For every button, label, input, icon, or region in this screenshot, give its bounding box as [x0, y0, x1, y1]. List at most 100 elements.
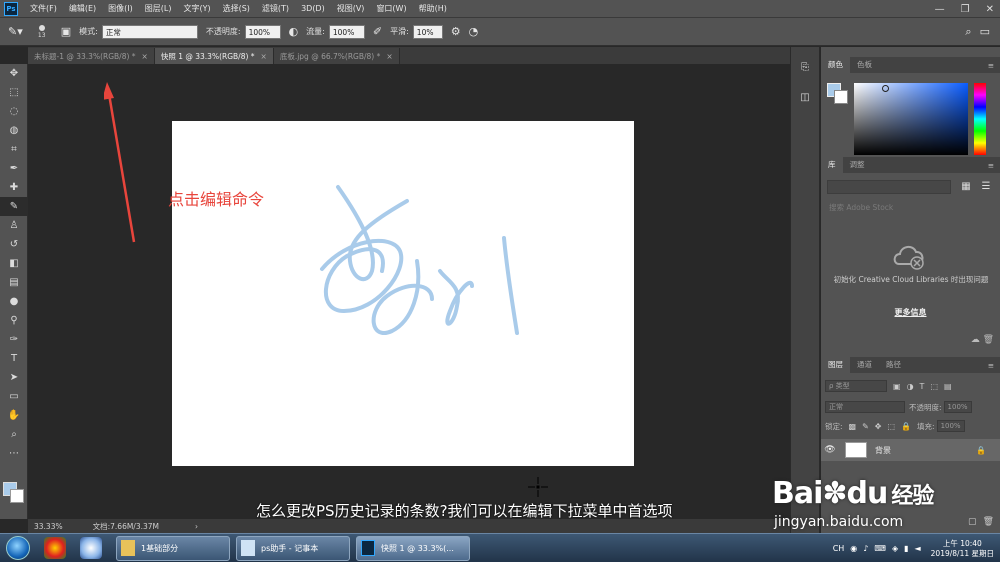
tab-untitled[interactable]: 未标题-1 @ 33.3%(RGB/8) * × [28, 48, 155, 64]
dodge-tool-icon[interactable]: ⚲ [0, 311, 28, 330]
filter-smart-icon[interactable]: ▤ [944, 382, 952, 391]
pressure-opacity-icon[interactable]: ◐ [289, 25, 299, 38]
menu-file[interactable]: 文件(F) [24, 0, 63, 18]
pen-tool-icon[interactable]: ✑ [0, 330, 28, 349]
panel-menu-icon[interactable]: ≡ [988, 361, 994, 370]
path-select-tool-icon[interactable]: ➤ [0, 368, 28, 387]
tab-color[interactable]: 颜色 [821, 57, 850, 73]
language-indicator[interactable]: CH [833, 544, 845, 553]
keyboard-icon[interactable]: ⌨ [874, 544, 886, 553]
filter-shape-icon[interactable]: ⬚ [930, 382, 938, 391]
menu-select[interactable]: 选择(S) [217, 0, 256, 18]
eraser-tool-icon[interactable]: ◧ [0, 254, 28, 273]
close-icon[interactable]: × [142, 52, 148, 61]
color-picker-marker[interactable] [882, 85, 889, 92]
filter-adjust-icon[interactable]: ◑ [907, 382, 914, 391]
taskbar-notepad[interactable]: ps助手 - 记事本 [236, 535, 350, 561]
rectangle-tool-icon[interactable]: ▭ [0, 387, 28, 406]
close-button[interactable]: ✕ [986, 4, 994, 15]
status-menu-arrow[interactable]: › [195, 522, 198, 531]
hue-slider[interactable] [974, 83, 986, 155]
tab-adjustments[interactable]: 调整 [843, 157, 872, 173]
blur-tool-icon[interactable]: ● [0, 292, 28, 311]
more-tools-icon[interactable]: ⋯ [0, 444, 28, 463]
ime-icon[interactable]: ◉ [850, 544, 857, 553]
taskbar-folder[interactable]: 1基础部分 [116, 535, 230, 561]
type-tool-icon[interactable]: T [0, 349, 28, 368]
properties-panel-icon[interactable]: ◫ [791, 87, 819, 107]
gradient-tool-icon[interactable]: ▤ [0, 273, 28, 292]
clock[interactable]: 上午 10:40 2019/8/11 星期日 [931, 539, 994, 559]
menu-window[interactable]: 窗口(W) [370, 0, 412, 18]
panel-background-swatch[interactable] [834, 90, 848, 104]
panel-color-swatches[interactable] [827, 83, 849, 105]
healing-tool-icon[interactable]: ✚ [0, 178, 28, 197]
fill-input[interactable]: 100% [936, 420, 965, 432]
tab-base-jpg[interactable]: 底板.jpg @ 66.7%(RGB/8) * × [273, 48, 400, 64]
color-swatches[interactable] [3, 482, 25, 504]
opacity-input[interactable]: 100% [244, 24, 281, 39]
marquee-tool-icon[interactable]: ⬚ [0, 83, 28, 102]
minimize-button[interactable]: — [935, 4, 945, 15]
tab-libraries[interactable]: 库 [821, 157, 843, 173]
menu-view[interactable]: 视图(V) [331, 0, 371, 18]
mode-select[interactable]: 正常 [101, 24, 198, 39]
lock-pixels-icon[interactable]: ▩ [849, 422, 857, 431]
menu-help[interactable]: 帮助(H) [413, 0, 453, 18]
tab-channels[interactable]: 通道 [850, 357, 879, 373]
lasso-tool-icon[interactable]: ◌ [0, 102, 28, 121]
lock-move-icon[interactable]: ✥ [875, 422, 882, 431]
security-icon[interactable]: ◈ [892, 544, 898, 553]
menu-edit[interactable]: 编辑(E) [63, 0, 102, 18]
tab-layers[interactable]: 图层 [821, 357, 850, 373]
layer-name[interactable]: 背景 [875, 445, 891, 456]
layer-lock-icon[interactable]: 🔒 [976, 446, 986, 455]
lock-all-icon[interactable]: 🔒 [901, 422, 911, 431]
color-picker-field[interactable] [854, 83, 968, 155]
cloud-sync-icon[interactable]: ☁ [971, 335, 980, 345]
menu-3d[interactable]: 3D(D) [295, 0, 331, 18]
lock-artboard-icon[interactable]: ⬚ [888, 422, 896, 431]
library-select[interactable] [827, 180, 951, 194]
tab-snapshot[interactable]: 快照 1 @ 33.3%(RGB/8) * × [154, 48, 274, 64]
filter-pixel-icon[interactable]: ▣ [893, 382, 901, 391]
stock-search-input[interactable]: 搜索 Adobe Stock [825, 201, 995, 215]
quick-select-tool-icon[interactable]: ◍ [0, 121, 28, 140]
filter-type-icon[interactable]: T [920, 382, 925, 391]
history-panel-icon[interactable]: ⎘ [791, 57, 819, 77]
more-info-link[interactable]: 更多信息 [821, 307, 1000, 318]
visibility-eye-icon[interactable]: 👁 [821, 445, 839, 455]
menu-layer[interactable]: 图层(L) [139, 0, 178, 18]
history-brush-tool-icon[interactable]: ↺ [0, 235, 28, 254]
pinned-app-icon[interactable] [44, 537, 66, 559]
brush-tool-icon[interactable]: ✎ [0, 197, 28, 216]
lock-paint-icon[interactable]: ✎ [862, 422, 869, 431]
airbrush-icon[interactable]: ✐ [373, 25, 382, 38]
list-view-icon[interactable]: ☰ [979, 180, 993, 194]
blend-mode-select[interactable]: 正常 [825, 401, 905, 413]
panel-menu-icon[interactable]: ≡ [988, 61, 994, 70]
tab-swatches[interactable]: 色板 [850, 57, 879, 73]
move-tool-icon[interactable]: ✥ [0, 64, 28, 83]
microphone-icon[interactable]: ♪ [863, 544, 868, 553]
volume-icon[interactable]: ◄ [915, 544, 921, 553]
hand-tool-icon[interactable]: ✋ [0, 406, 28, 425]
brush-preset-picker[interactable]: 13 [31, 21, 53, 43]
eyedropper-tool-icon[interactable]: ✒ [0, 159, 28, 178]
close-icon[interactable]: × [261, 52, 267, 61]
tab-paths[interactable]: 路径 [879, 357, 908, 373]
search-icon[interactable]: ⌕ [965, 25, 971, 39]
trash-icon[interactable]: 🗑 [983, 335, 994, 345]
menu-image[interactable]: 图像(I) [102, 0, 139, 18]
panel-menu-icon[interactable]: ≡ [988, 161, 994, 170]
zoom-tool-icon[interactable]: ⌕ [0, 425, 28, 444]
network-icon[interactable]: ▮ [904, 544, 908, 553]
gear-icon[interactable]: ⚙ [451, 25, 461, 38]
menu-type[interactable]: 文字(Y) [177, 0, 216, 18]
layer-filter-select[interactable]: ρ 类型 [825, 380, 887, 392]
document-canvas[interactable] [172, 121, 634, 466]
menu-filter[interactable]: 滤镜(T) [256, 0, 295, 18]
background-color-swatch[interactable] [10, 489, 24, 503]
brush-panel-icon[interactable]: ▣ [61, 25, 71, 38]
start-button[interactable] [6, 536, 30, 560]
